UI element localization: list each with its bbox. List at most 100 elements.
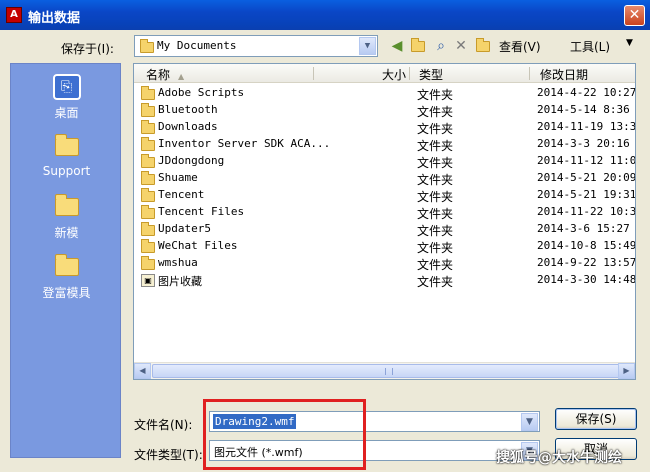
- place-support[interactable]: Support: [11, 134, 122, 178]
- look-in-value: My Documents: [157, 39, 237, 52]
- chevron-down-icon[interactable]: ▼: [521, 413, 538, 431]
- file-type: 文件夹: [417, 190, 454, 204]
- table-row[interactable]: Bluetooth 文件夹 2014-5-14 8:36: [134, 102, 635, 119]
- place-label: 桌面: [54, 106, 79, 120]
- filetype-value: 图元文件 (*.wmf): [214, 446, 303, 459]
- place-label: Support: [42, 164, 91, 178]
- column-name[interactable]: 名称 ▲: [146, 66, 184, 83]
- file-date: 2014-11-19 13:36: [537, 120, 636, 133]
- place-xinmo[interactable]: 新模: [11, 194, 122, 241]
- file-type: 文件夹: [417, 105, 454, 119]
- place-label: 登富模具: [42, 286, 91, 300]
- window-title: 输出数据: [28, 11, 81, 26]
- file-date: 2014-3-6 15:27: [537, 222, 630, 235]
- table-row[interactable]: JDdongdong 文件夹 2014-11-12 11:07: [134, 153, 635, 170]
- sort-ascending-icon: ▲: [178, 72, 185, 81]
- delete-icon[interactable]: ✕: [452, 37, 470, 55]
- column-modified[interactable]: 修改日期: [540, 66, 588, 83]
- file-type: 文件夹: [417, 88, 454, 102]
- look-in-label: 保存于(I):: [61, 42, 114, 56]
- folder-icon: [141, 137, 155, 151]
- horizontal-scrollbar[interactable]: ◀ ▶: [134, 362, 635, 379]
- file-name: wmshua: [158, 256, 198, 269]
- file-date: 2014-3-30 14:48: [537, 273, 636, 286]
- place-label: 新模: [54, 226, 79, 240]
- watermark: 搜狐号@大水牛测绘: [496, 450, 622, 466]
- filetype-select[interactable]: 图元文件 (*.wmf) ▼: [209, 440, 540, 461]
- table-row[interactable]: Downloads 文件夹 2014-11-19 13:36: [134, 119, 635, 136]
- chevron-down-icon[interactable]: ▼: [359, 37, 376, 55]
- tools-menu[interactable]: 工具(L): [570, 38, 610, 55]
- places-bar: ⎘ 桌面 Support 新模 登富模具: [10, 63, 121, 458]
- file-name: Inventor Server SDK ACA...: [158, 137, 331, 150]
- file-type: 文件夹: [417, 139, 454, 153]
- file-date: 2014-5-21 19:31: [537, 188, 636, 201]
- folder-icon: [141, 154, 155, 168]
- folder-icon: [411, 37, 425, 52]
- file-type: 文件夹: [417, 207, 454, 221]
- file-type: 文件夹: [417, 258, 454, 272]
- folder-icon: [141, 205, 155, 219]
- file-type: 文件夹: [417, 241, 454, 255]
- folder-icon: [141, 239, 155, 253]
- autocad-icon: A: [6, 7, 22, 23]
- folder-icon: [141, 222, 155, 236]
- table-row[interactable]: WeChat Files 文件夹 2014-10-8 15:49: [134, 238, 635, 255]
- table-row[interactable]: Updater5 文件夹 2014-3-6 15:27: [134, 221, 635, 238]
- views-menu[interactable]: 查看(V): [499, 38, 541, 55]
- grip-icon: [385, 368, 393, 375]
- folder-icon: [141, 188, 155, 202]
- file-type: 文件夹: [417, 275, 454, 289]
- table-row[interactable]: Adobe Scripts 文件夹 2014-4-22 10:27: [134, 85, 635, 102]
- folder-icon: [141, 256, 155, 270]
- desktop-icon: ⎘: [52, 74, 81, 100]
- file-date: 2014-10-8 15:49: [537, 239, 636, 252]
- scroll-left-icon[interactable]: ◀: [134, 363, 151, 379]
- column-size[interactable]: 大小: [382, 66, 406, 83]
- file-type: 文件夹: [417, 156, 454, 170]
- search-web-icon[interactable]: ⌕: [432, 37, 450, 55]
- scroll-right-icon[interactable]: ▶: [618, 363, 635, 379]
- folder-icon: [141, 86, 155, 100]
- table-row[interactable]: Shuame 文件夹 2014-5-21 20:09: [134, 170, 635, 187]
- column-divider[interactable]: [313, 67, 314, 80]
- column-divider[interactable]: [529, 67, 530, 80]
- folder-icon: [54, 254, 79, 276]
- table-row[interactable]: Tencent 文件夹 2014-5-21 19:31: [134, 187, 635, 204]
- chevron-down-icon[interactable]: ▼: [626, 38, 633, 48]
- file-name: WeChat Files: [158, 239, 238, 252]
- table-row[interactable]: Tencent Files 文件夹 2014-11-22 10:32: [134, 204, 635, 221]
- folder-icon: [140, 39, 154, 53]
- picture-folder-icon: ▣: [141, 274, 155, 287]
- file-name: JDdongdong: [158, 154, 225, 167]
- table-row[interactable]: Inventor Server SDK ACA... 文件夹 2014-3-3 20…: [134, 136, 635, 153]
- up-folder-icon[interactable]: [408, 37, 428, 55]
- filename-field[interactable]: Drawing2.wmf: [213, 414, 297, 429]
- place-desktop[interactable]: ⎘ 桌面: [11, 74, 122, 121]
- column-divider[interactable]: [409, 67, 410, 80]
- column-name-label: 名称: [146, 68, 171, 82]
- file-name: Tencent Files: [158, 205, 245, 218]
- title-bar[interactable]: A 输出数据 ✕: [0, 0, 650, 30]
- scroll-thumb[interactable]: [152, 364, 624, 378]
- new-folder-icon[interactable]: [473, 37, 493, 55]
- folder-icon: [141, 171, 155, 185]
- close-button[interactable]: ✕: [624, 5, 645, 26]
- table-row[interactable]: ▣ 图片收藏 文件夹 2014-3-30 14:48: [134, 272, 635, 289]
- file-type: 文件夹: [417, 173, 454, 187]
- file-date: 2014-9-22 13:57: [537, 256, 636, 269]
- filename-label: 文件名(N):: [134, 418, 193, 432]
- place-dengfu[interactable]: 登富模具: [11, 254, 122, 301]
- back-arrow-icon[interactable]: ◀: [388, 37, 406, 55]
- file-list[interactable]: 名称 ▲ 大小 类型 修改日期 Adobe Scripts 文件夹 2014-4-22…: [133, 63, 636, 380]
- close-icon: ✕: [628, 7, 641, 23]
- folder-icon: [141, 103, 155, 117]
- file-type: 文件夹: [417, 224, 454, 238]
- folder-icon: [54, 194, 79, 216]
- look-in-combo[interactable]: My Documents ▼: [134, 35, 378, 57]
- column-type[interactable]: 类型: [419, 66, 443, 83]
- save-button[interactable]: 保存(S): [555, 408, 637, 430]
- table-row[interactable]: wmshua 文件夹 2014-9-22 13:57: [134, 255, 635, 272]
- filename-combo[interactable]: Drawing2.wmf ▼: [209, 411, 540, 432]
- file-type: 文件夹: [417, 122, 454, 136]
